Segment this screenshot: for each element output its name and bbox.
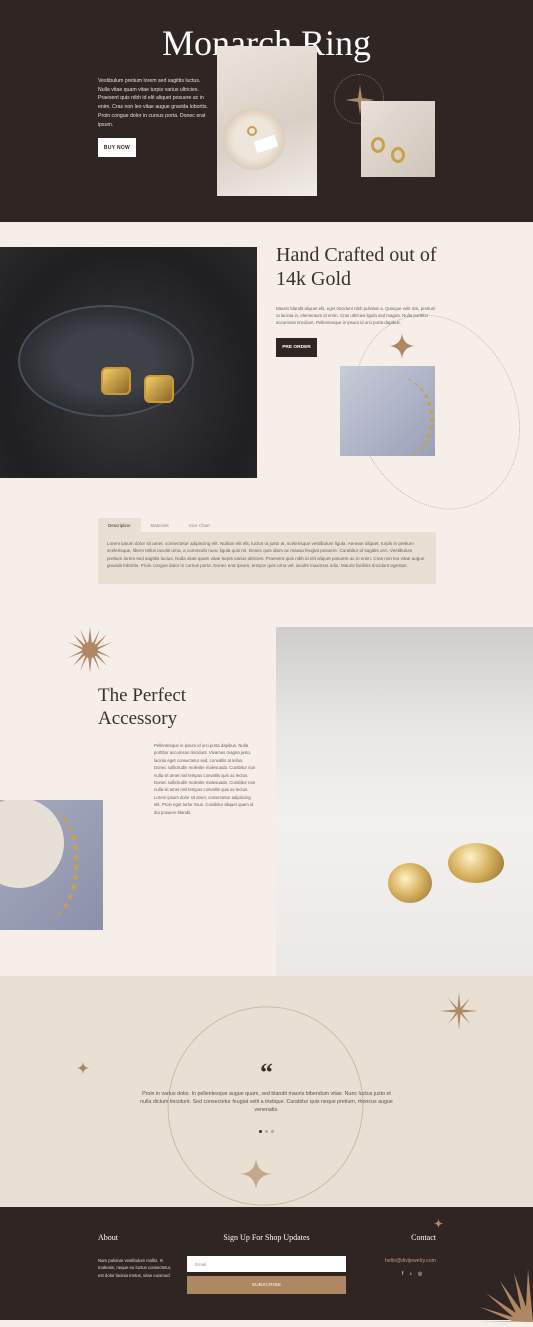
accessory-body: Pellentesque in ipsum id orci porta dapi…: [154, 743, 256, 815]
gold-ring-shape: [388, 863, 432, 903]
accessory-title: The Perfect Accessory: [98, 685, 187, 729]
hero-rings-photo: [361, 101, 435, 177]
chain-shape: [354, 376, 434, 456]
gold-ring-shape: [101, 367, 131, 395]
testimonial-section: “ Proin in varius dolor. In pellentesque…: [0, 976, 533, 1236]
ring-shape: [371, 137, 385, 153]
rings-on-plaster-photo: [276, 627, 533, 976]
tiktok-icon[interactable]: ♪: [409, 1271, 412, 1277]
quote-icon: “: [260, 1058, 273, 1087]
sparkle-icon: [434, 1219, 443, 1228]
ring-shape: [391, 147, 405, 163]
tab-panel: Lorem ipsum dolor sit amet, consectetur …: [98, 532, 436, 584]
gold-section-title: Hand Crafted out of 14k Gold: [276, 244, 437, 290]
social-links: f ♪ ◎: [402, 1271, 422, 1277]
gold-bracelet-photo: [0, 800, 103, 930]
gold-ring-shape: [448, 843, 504, 883]
hero-section: Monarch Ring Vestibulum pretium lorem se…: [0, 0, 533, 222]
gold-rings-on-stone-photo: [0, 247, 257, 478]
about-text: Nam pulvinar vestibulum mollis. In moles…: [98, 1258, 172, 1278]
about-title: About: [98, 1233, 118, 1242]
gold-section-body: Mauris blandit aliquet elit, eget tincid…: [276, 306, 436, 326]
carousel-dot[interactable]: [265, 1130, 268, 1133]
ring-shape: [247, 126, 257, 136]
signup-title: Sign Up For Shop Updates: [223, 1233, 310, 1242]
facebook-icon[interactable]: f: [402, 1271, 403, 1277]
carousel-dot[interactable]: [259, 1130, 262, 1133]
pre-order-button[interactable]: PRE ORDER: [276, 338, 317, 357]
email-input[interactable]: Email: [187, 1256, 346, 1272]
sparkle-icon: [240, 1158, 272, 1190]
buy-now-button[interactable]: BUY NOW: [98, 138, 136, 157]
gold-ring-shape: [144, 375, 174, 403]
tab-description[interactable]: Description: [98, 518, 141, 532]
contact-email-link[interactable]: hello@divijewelry.com: [377, 1258, 436, 1264]
subscribe-button[interactable]: SUBSCRIBE: [187, 1276, 346, 1294]
gold-chain-photo: [340, 366, 435, 456]
sparkle-icon: [389, 333, 415, 359]
starburst-icon: [478, 1269, 533, 1322]
product-tabs: Description Materials Size Chart: [98, 518, 220, 532]
starburst-icon: [440, 992, 478, 1030]
carousel-dots: [259, 1130, 274, 1133]
chain-shape: [8, 808, 78, 918]
tab-size-chart[interactable]: Size Chart: [179, 518, 220, 532]
hero-ring-dish-photo: [217, 46, 317, 196]
contact-title: Contact: [411, 1233, 436, 1242]
instagram-icon[interactable]: ◎: [418, 1271, 422, 1277]
footer: About Nam pulvinar vestibulum mollis. In…: [0, 1207, 533, 1322]
starburst-icon: [68, 627, 112, 673]
carousel-dot[interactable]: [271, 1130, 274, 1133]
tab-materials[interactable]: Materials: [141, 518, 179, 532]
testimonial-text: Proin in varius dolor. In pellentesque a…: [140, 1091, 393, 1114]
hero-intro: Vestibulum pretium lorem sed sagittis lu…: [98, 78, 208, 128]
